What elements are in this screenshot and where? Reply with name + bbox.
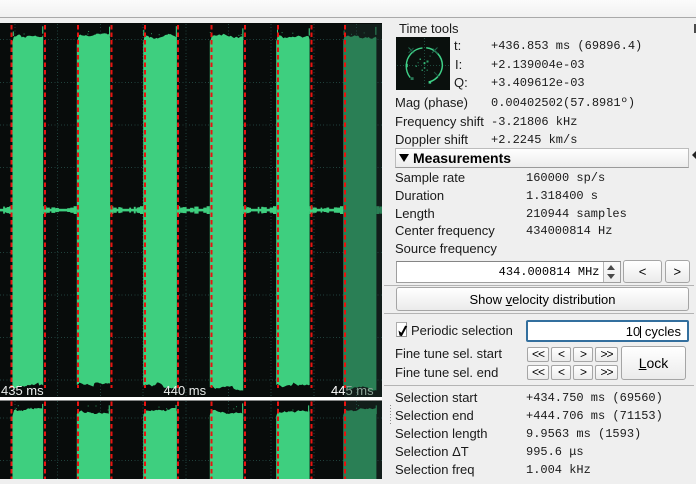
svg-text:445 ms: 445 ms bbox=[331, 383, 374, 398]
svg-text:435 ms: 435 ms bbox=[1, 383, 44, 398]
svg-text:440 ms: 440 ms bbox=[164, 383, 207, 398]
